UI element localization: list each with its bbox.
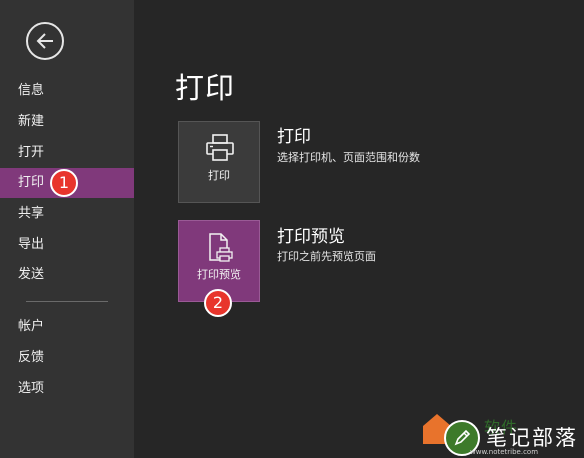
printer-icon (206, 134, 234, 161)
print-preview-option-description: 打印之前先预览页面 (277, 250, 376, 263)
print-tile-label: 打印 (208, 169, 230, 182)
sidebar-divider (26, 301, 108, 302)
print-preview-option-title: 打印预览 (277, 227, 345, 247)
print-button[interactable]: 打印 (178, 121, 260, 203)
sidebar-item-account[interactable]: 帐户 (0, 312, 134, 342)
sidebar-item-info[interactable]: 信息 (0, 76, 134, 106)
print-option-description: 选择打印机、页面范围和份数 (277, 151, 420, 164)
print-preview-icon (209, 233, 233, 262)
sidebar-item-options[interactable]: 选项 (0, 374, 134, 404)
sidebar-item-share[interactable]: 共享 (0, 199, 134, 229)
page-title: 打印 (175, 71, 236, 105)
sidebar-item-new[interactable]: 新建 (0, 107, 134, 137)
sidebar-item-feedback[interactable]: 反馈 (0, 343, 134, 373)
sidebar-item-send[interactable]: 发送 (0, 260, 134, 290)
step-badge-1: 1 (50, 169, 78, 197)
arrow-left-icon (36, 33, 53, 49)
step-badge-2: 2 (204, 289, 232, 317)
print-option-title: 打印 (277, 127, 311, 147)
sidebar-item-open[interactable]: 打开 (0, 138, 134, 168)
watermark-url: www.notetribe.com (470, 448, 539, 456)
print-preview-tile-label: 打印预览 (197, 268, 241, 281)
back-button[interactable] (26, 22, 64, 60)
sidebar-item-export[interactable]: 导出 (0, 230, 134, 260)
backstage-sidebar: 信息 新建 打开 打印 共享 导出 发送 帐户 反馈 选项 (0, 0, 134, 458)
